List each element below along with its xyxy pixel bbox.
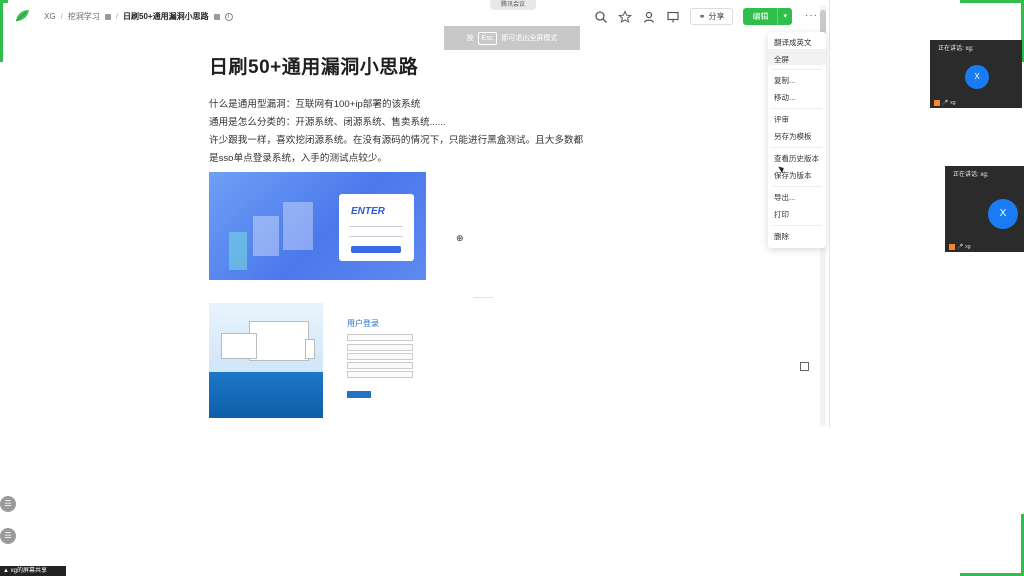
breadcrumb-separator: /	[115, 12, 119, 21]
menu-divider	[772, 225, 822, 226]
esc-key: Esc	[477, 31, 498, 45]
list-toggle-icon[interactable]: ☰	[0, 528, 16, 544]
search-icon[interactable]	[594, 10, 608, 24]
page-title: 日刷50+通用漏洞小思路	[209, 57, 419, 78]
speaking-label: 正在讲话: xg;	[953, 172, 989, 178]
menu-divider	[772, 108, 822, 109]
participant-name: xg	[965, 244, 971, 250]
menu-item-move[interactable]: 移动...	[774, 92, 795, 103]
meeting-pill-label: 腾讯会议	[500, 2, 525, 8]
esc-prefix: 按	[466, 35, 474, 42]
participant-icon	[949, 244, 955, 250]
paragraph: 许少跟我一样，喜欢挖闭源系统。在没有源码的情况下，只能进行黑盒测试。且大多数都	[209, 135, 584, 146]
menu-divider	[772, 147, 822, 148]
login-field	[347, 371, 413, 378]
menu-item-fullscreen[interactable]: 全屏	[774, 54, 789, 65]
paragraph: 是sso单点登录系统，入手的测试点较少。	[209, 153, 388, 164]
participant-footer: 🎤 xg	[934, 100, 956, 106]
avatar: X	[988, 199, 1018, 229]
login-field	[347, 344, 413, 351]
participant-tile[interactable]: 正在讲话: xg; X 🎤 xg	[945, 166, 1024, 252]
participant-name: xg	[950, 100, 956, 106]
menu-item-delete[interactable]: 删除	[774, 231, 789, 242]
username-field	[349, 222, 403, 227]
device-illustration	[209, 303, 323, 418]
esc-suffix: 即可退出全屏模式	[501, 35, 558, 42]
exit-fullscreen-banner: 按 Esc 即可退出全屏模式	[444, 26, 580, 50]
toolbar: ⚭ 分享 编辑 ▾	[594, 8, 792, 25]
yuque-logo-icon[interactable]	[14, 9, 30, 23]
menu-item-history[interactable]: 查看历史版本	[774, 153, 819, 164]
menu-item-review[interactable]: 评审	[774, 114, 789, 125]
edit-button[interactable]: 编辑	[743, 8, 778, 25]
breadcrumb-folder[interactable]: 挖洞学习	[68, 11, 100, 22]
login-submit-button	[347, 391, 371, 398]
lock-icon	[104, 13, 111, 20]
share-button-label: 分享	[708, 12, 725, 21]
login-field	[347, 362, 413, 369]
breadcrumb-document[interactable]: 日刷50+通用漏洞小思路	[123, 11, 209, 22]
share-button[interactable]: ⚭ 分享	[689, 8, 734, 25]
more-actions-menu: 翻译成英文 全屏 复制... 移动... 评审 另存为模板 查看历史版本 保存为…	[768, 32, 826, 248]
login-card: ENTER	[339, 194, 414, 261]
present-icon[interactable]	[666, 10, 680, 24]
paragraph: 什么是通用型漏洞：互联网有100+ip部署的该系统	[209, 99, 421, 110]
menu-item-translate[interactable]: 翻译成英文	[774, 37, 812, 48]
breadcrumb-workspace[interactable]: XG	[44, 12, 56, 21]
login-button	[351, 246, 401, 253]
illustration-laptop	[221, 333, 257, 359]
menu-item-copy[interactable]: 复制...	[774, 75, 795, 86]
illustration-monitor	[249, 321, 309, 361]
document-window: XG / 挖洞学习 / 日刷50+通用漏洞小思路 i ⚭ 分享 编辑 ▾ ···	[8, 0, 830, 428]
microphone-icon: 🎤	[957, 244, 964, 250]
info-icon[interactable]: i	[224, 12, 233, 21]
menu-item-export[interactable]: 导出...	[774, 192, 795, 203]
illustration-block	[253, 216, 279, 256]
login-field	[347, 334, 413, 341]
participant-tile[interactable]: 正在讲话: xg; X 🎤 xg	[930, 40, 1022, 108]
screen-share-status[interactable]: ▲ xg的屏幕共享	[0, 566, 66, 576]
user-icon[interactable]	[642, 10, 656, 24]
star-icon[interactable]	[617, 9, 632, 24]
microphone-icon: 🎤	[942, 100, 949, 106]
screen-share-label: xg的屏幕共享	[10, 568, 47, 574]
password-field	[349, 232, 403, 237]
share-frame-top-right-h	[960, 0, 1024, 3]
outline-toggle-icon[interactable]: ☰	[0, 496, 16, 512]
user-login-screenshot-image[interactable]: 用户登录	[209, 300, 425, 418]
menu-item-save-version[interactable]: 保存为版本	[774, 170, 812, 181]
share-frame-top-left	[0, 0, 3, 62]
login-title: 用户登录	[347, 319, 379, 328]
menu-divider	[772, 69, 822, 70]
paragraph: 通用是怎么分类的：开源系统、闭源系统、售卖系统......	[209, 117, 446, 128]
link-icon: ⚭	[698, 12, 706, 21]
zoom-in-icon[interactable]: ⊕	[456, 233, 464, 244]
breadcrumb: XG / 挖洞学习 / 日刷50+通用漏洞小思路 i	[44, 11, 233, 22]
edit-button-group: 编辑 ▾	[743, 8, 792, 25]
participant-icon	[934, 100, 940, 106]
login-illustration-image[interactable]: ENTER	[209, 172, 426, 280]
breadcrumb-separator: /	[60, 12, 63, 21]
menu-item-print[interactable]: 打印	[774, 209, 789, 220]
menu-divider	[772, 186, 822, 187]
participant-footer: 🎤 xg	[949, 244, 971, 250]
more-icon[interactable]: ···	[805, 10, 818, 21]
screen-share-icon: ▲	[3, 568, 9, 574]
menu-item-save-as-template[interactable]: 另存为模板	[774, 131, 812, 142]
document-topbar: XG / 挖洞学习 / 日刷50+通用漏洞小思路 i ⚭ 分享 编辑 ▾ ···	[8, 0, 829, 32]
chevron-down-icon[interactable]: ▾	[777, 8, 792, 25]
brand-logo: ENTER	[351, 206, 385, 217]
avatar: X	[965, 65, 989, 89]
illustration-block	[229, 232, 247, 270]
divider	[473, 297, 493, 298]
lock-icon	[213, 13, 220, 20]
login-field	[347, 353, 413, 360]
speaking-label: 正在讲话: xg;	[938, 46, 974, 52]
illustration-phone	[305, 339, 315, 359]
illustration-block	[283, 202, 313, 250]
meeting-pill[interactable]: 腾讯会议	[490, 0, 536, 10]
qr-code-icon[interactable]	[800, 362, 809, 371]
